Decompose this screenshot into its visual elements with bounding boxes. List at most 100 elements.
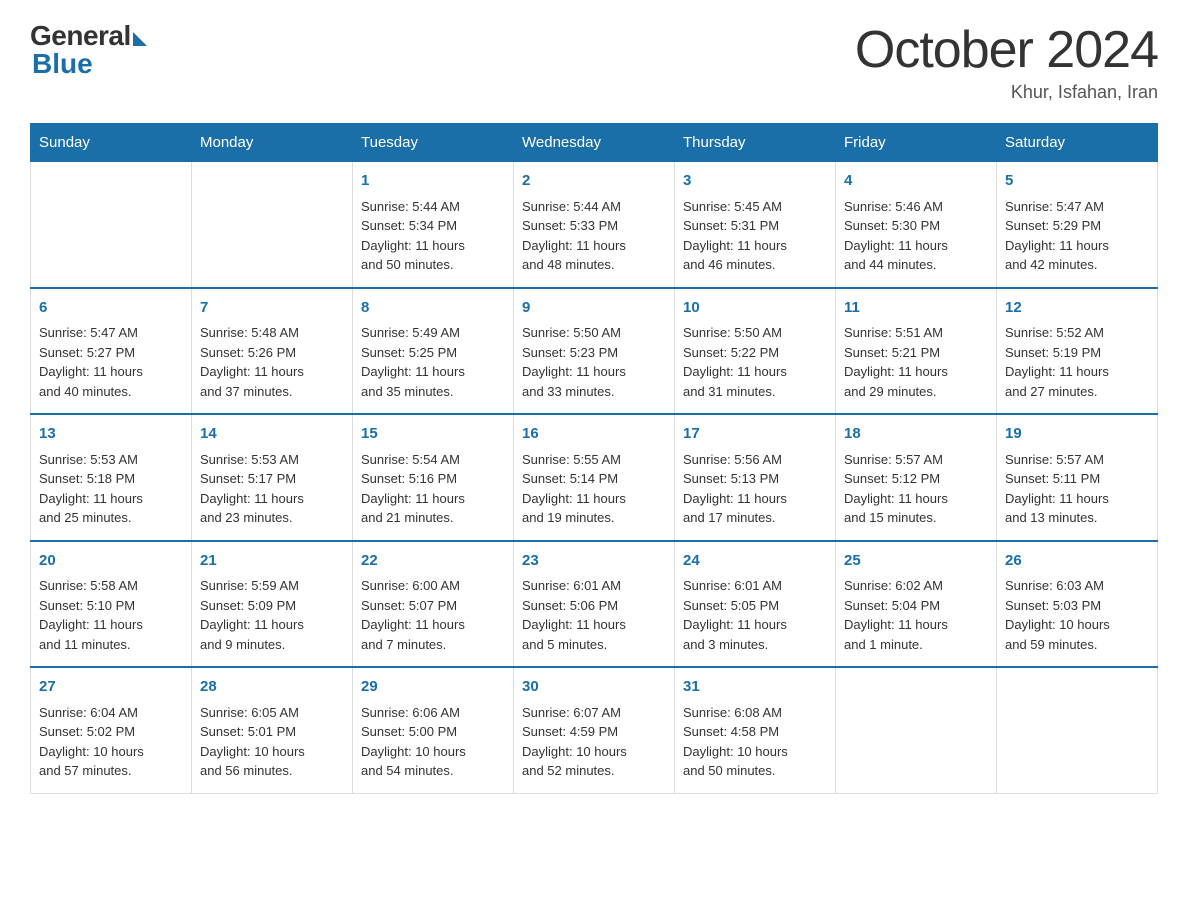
day-info: Sunset: 5:09 PM — [200, 596, 344, 616]
day-info: and 50 minutes. — [361, 255, 505, 275]
calendar-cell: 12Sunrise: 5:52 AMSunset: 5:19 PMDayligh… — [997, 288, 1158, 415]
day-number: 8 — [361, 297, 505, 320]
day-info: Sunrise: 5:49 AM — [361, 323, 505, 343]
day-info: Daylight: 11 hours — [683, 615, 827, 635]
day-info: Sunset: 5:11 PM — [1005, 469, 1149, 489]
day-info: and 40 minutes. — [39, 382, 183, 402]
day-info: Sunrise: 5:47 AM — [1005, 197, 1149, 217]
calendar-cell: 7Sunrise: 5:48 AMSunset: 5:26 PMDaylight… — [192, 288, 353, 415]
day-info: Daylight: 11 hours — [683, 236, 827, 256]
day-info: Sunset: 5:18 PM — [39, 469, 183, 489]
day-info: Sunset: 5:22 PM — [683, 343, 827, 363]
calendar-cell: 8 Sunrise: 5:49 AMSunset: 5:25 PMDaylight… — [353, 288, 514, 415]
calendar-week-3: 20Sunrise: 5:58 AMSunset: 5:10 PMDayligh… — [31, 541, 1158, 668]
day-info: Sunset: 5:19 PM — [1005, 343, 1149, 363]
day-info: Daylight: 11 hours — [361, 362, 505, 382]
day-number: 5 — [1005, 170, 1149, 193]
calendar-table: SundayMondayTuesdayWednesdayThursdayFrid… — [30, 123, 1158, 794]
day-info: Sunrise: 5:48 AM — [200, 323, 344, 343]
calendar-cell — [31, 162, 192, 288]
day-info: Sunset: 4:59 PM — [522, 722, 666, 742]
day-info: Sunset: 5:13 PM — [683, 469, 827, 489]
day-info: Sunset: 5:25 PM — [361, 343, 505, 363]
day-info: Daylight: 10 hours — [39, 742, 183, 762]
day-info: Daylight: 11 hours — [522, 615, 666, 635]
day-info: and 5 minutes. — [522, 635, 666, 655]
day-info: Sunset: 5:10 PM — [39, 596, 183, 616]
calendar-header: SundayMondayTuesdayWednesdayThursdayFrid… — [31, 124, 1158, 162]
day-number: 19 — [1005, 423, 1149, 446]
day-info: Sunrise: 5:56 AM — [683, 450, 827, 470]
calendar-cell: 19Sunrise: 5:57 AMSunset: 5:11 PMDayligh… — [997, 414, 1158, 541]
day-info: Sunset: 5:04 PM — [844, 596, 988, 616]
day-info: Sunrise: 6:08 AM — [683, 703, 827, 723]
header-cell-saturday: Saturday — [997, 124, 1158, 162]
calendar-cell: 4Sunrise: 5:46 AMSunset: 5:30 PMDaylight… — [836, 162, 997, 288]
day-info: and 9 minutes. — [200, 635, 344, 655]
day-info: and 31 minutes. — [683, 382, 827, 402]
day-number: 24 — [683, 550, 827, 573]
day-info: Daylight: 11 hours — [683, 362, 827, 382]
day-info: and 29 minutes. — [844, 382, 988, 402]
day-info: Daylight: 11 hours — [683, 489, 827, 509]
day-number: 15 — [361, 423, 505, 446]
day-number: 1 — [361, 170, 505, 193]
day-number: 4 — [844, 170, 988, 193]
calendar-cell: 10Sunrise: 5:50 AMSunset: 5:22 PMDayligh… — [675, 288, 836, 415]
day-info: Daylight: 11 hours — [522, 489, 666, 509]
day-info: Sunrise: 5:55 AM — [522, 450, 666, 470]
day-info: and 23 minutes. — [200, 508, 344, 528]
day-info: Daylight: 11 hours — [1005, 362, 1149, 382]
day-info: Sunset: 5:14 PM — [522, 469, 666, 489]
calendar-cell: 20Sunrise: 5:58 AMSunset: 5:10 PMDayligh… — [31, 541, 192, 668]
calendar-cell — [836, 667, 997, 793]
day-info: Daylight: 11 hours — [361, 615, 505, 635]
day-info: Sunset: 4:58 PM — [683, 722, 827, 742]
header-cell-monday: Monday — [192, 124, 353, 162]
day-info: Sunrise: 6:01 AM — [522, 576, 666, 596]
day-info: Sunrise: 5:51 AM — [844, 323, 988, 343]
calendar-cell: 1Sunrise: 5:44 AMSunset: 5:34 PMDaylight… — [353, 162, 514, 288]
day-info: Sunset: 5:31 PM — [683, 216, 827, 236]
day-number: 23 — [522, 550, 666, 573]
day-info: Sunrise: 5:46 AM — [844, 197, 988, 217]
day-info: and 42 minutes. — [1005, 255, 1149, 275]
day-info: Daylight: 10 hours — [683, 742, 827, 762]
day-info: Sunset: 5:33 PM — [522, 216, 666, 236]
day-info: and 56 minutes. — [200, 761, 344, 781]
day-number: 29 — [361, 676, 505, 699]
header-cell-wednesday: Wednesday — [514, 124, 675, 162]
day-info: Sunrise: 5:57 AM — [844, 450, 988, 470]
day-info: Daylight: 10 hours — [361, 742, 505, 762]
day-info: and 46 minutes. — [683, 255, 827, 275]
calendar-cell: 26Sunrise: 6:03 AMSunset: 5:03 PMDayligh… — [997, 541, 1158, 668]
calendar-cell: 22Sunrise: 6:00 AMSunset: 5:07 PMDayligh… — [353, 541, 514, 668]
day-info: Sunrise: 5:59 AM — [200, 576, 344, 596]
day-info: Sunrise: 5:44 AM — [522, 197, 666, 217]
day-info: Sunrise: 5:44 AM — [361, 197, 505, 217]
location-subtitle: Khur, Isfahan, Iran — [855, 82, 1158, 103]
calendar-cell: 2Sunrise: 5:44 AMSunset: 5:33 PMDaylight… — [514, 162, 675, 288]
header-row: SundayMondayTuesdayWednesdayThursdayFrid… — [31, 124, 1158, 162]
day-info: and 44 minutes. — [844, 255, 988, 275]
day-number: 20 — [39, 550, 183, 573]
day-info: Sunrise: 5:47 AM — [39, 323, 183, 343]
day-info: Sunset: 5:34 PM — [361, 216, 505, 236]
header-cell-tuesday: Tuesday — [353, 124, 514, 162]
day-info: Daylight: 11 hours — [1005, 236, 1149, 256]
day-info: Sunset: 5:23 PM — [522, 343, 666, 363]
calendar-cell: 15Sunrise: 5:54 AMSunset: 5:16 PMDayligh… — [353, 414, 514, 541]
calendar-cell: 18Sunrise: 5:57 AMSunset: 5:12 PMDayligh… — [836, 414, 997, 541]
day-info: Daylight: 10 hours — [200, 742, 344, 762]
calendar-cell: 31Sunrise: 6:08 AMSunset: 4:58 PMDayligh… — [675, 667, 836, 793]
calendar-week-4: 27Sunrise: 6:04 AMSunset: 5:02 PMDayligh… — [31, 667, 1158, 793]
day-info: and 59 minutes. — [1005, 635, 1149, 655]
calendar-cell: 11Sunrise: 5:51 AMSunset: 5:21 PMDayligh… — [836, 288, 997, 415]
calendar-cell: 28Sunrise: 6:05 AMSunset: 5:01 PMDayligh… — [192, 667, 353, 793]
day-info: Sunset: 5:01 PM — [200, 722, 344, 742]
logo: General Blue — [30, 20, 147, 80]
day-number: 30 — [522, 676, 666, 699]
day-info: Sunrise: 6:01 AM — [683, 576, 827, 596]
day-number: 28 — [200, 676, 344, 699]
day-info: Sunset: 5:06 PM — [522, 596, 666, 616]
